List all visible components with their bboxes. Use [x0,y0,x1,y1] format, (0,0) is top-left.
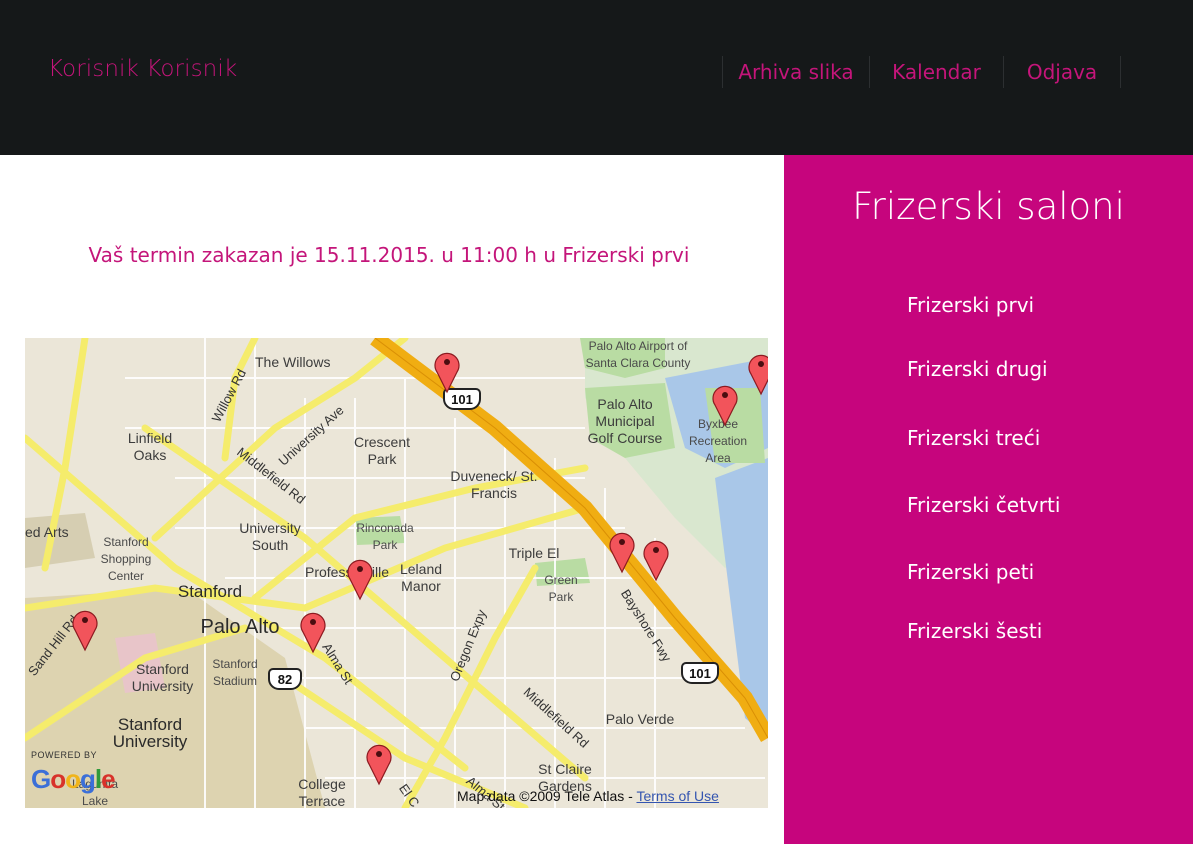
map-place-label: The Willows [255,354,331,370]
salon-map-marker[interactable] [711,381,739,427]
map-attribution: Map data ©2009 Tele Atlas - Terms of Use [457,788,719,804]
map-data-text: Map data ©2009 Tele Atlas - [457,788,637,804]
highway-shield: 82 [268,668,302,690]
map-place-label: University South [239,520,301,553]
sidebar-title: Frizerski saloni [852,185,1125,228]
salon-link-cetvrti[interactable]: Frizerski četvrti [907,493,1060,517]
map-place-label: Stanford University [131,661,194,694]
top-navigation-bar: Korisnik Korisnik Arhiva slika Kalendar … [0,0,1193,155]
salon-link-sesti[interactable]: Frizerski šesti [907,619,1042,643]
salon-map-marker[interactable] [299,608,327,654]
salon-link-prvi[interactable]: Frizerski prvi [907,293,1034,317]
map-place-label: Palo Verde [605,711,675,727]
map-place-label: Stanford Stadium [212,657,258,688]
salon-sidebar: Frizerski saloni Frizerski prvi Frizersk… [784,155,1193,844]
google-logo: Google [31,764,116,794]
salon-link-peti[interactable]: Frizerski peti [907,560,1034,584]
appointment-confirmation: Vaš termin zakazan je 15.11.2015. u 11:0… [88,243,690,267]
map-place-label: Stanford University [112,715,188,751]
map-place-label: Triple El [508,545,560,561]
map-place-label: Palo Alto Municipal Golf Course [587,396,663,446]
map-place-label: Rinconada Park [356,521,414,552]
nav-logout-link[interactable]: Odjava [1004,56,1121,88]
map-place-label: Stanford [177,582,243,601]
salon-map-marker[interactable] [433,348,461,394]
map-place-label: College Terrace [298,776,346,808]
map-place-label: ed Arts [25,524,69,540]
map-place-label: Stanford Shopping Center [100,535,152,583]
salon-map-marker[interactable] [71,606,99,652]
map-place-label: Palo Alto [200,616,280,638]
salon-link-treci[interactable]: Frizerski treći [907,426,1040,450]
map-place-label: Green Park [544,573,578,604]
salon-map-marker[interactable] [608,528,636,574]
nav-calendar-link[interactable]: Kalendar [870,56,1004,88]
salon-map-marker[interactable] [346,555,374,601]
map-place-label: Linfield Oaks [127,430,173,463]
main-nav: Arhiva slika Kalendar Odjava [722,56,1121,88]
highway-shield: 101 [681,662,719,684]
map-place-label: Palo Alto Airport of Santa Clara County [585,339,691,370]
nav-archive-link[interactable]: Arhiva slika [723,56,870,88]
salon-link-drugi[interactable]: Frizerski drugi [907,357,1048,381]
map-place-label: Crescent Park [353,434,411,467]
salon-map-marker[interactable] [365,740,393,786]
powered-by-label: POWERED BY [31,750,98,760]
salon-map-marker[interactable] [642,536,670,582]
map-place-label: Duveneck/ St. Francis [450,468,538,501]
map[interactable]: The Willows Palo Alto Airport of Santa C… [25,338,768,808]
salon-map-marker[interactable] [747,350,768,396]
user-name[interactable]: Korisnik Korisnik [48,56,237,82]
terms-of-use-link[interactable]: Terms of Use [636,788,718,804]
map-place-label: Leland Manor [399,561,443,594]
